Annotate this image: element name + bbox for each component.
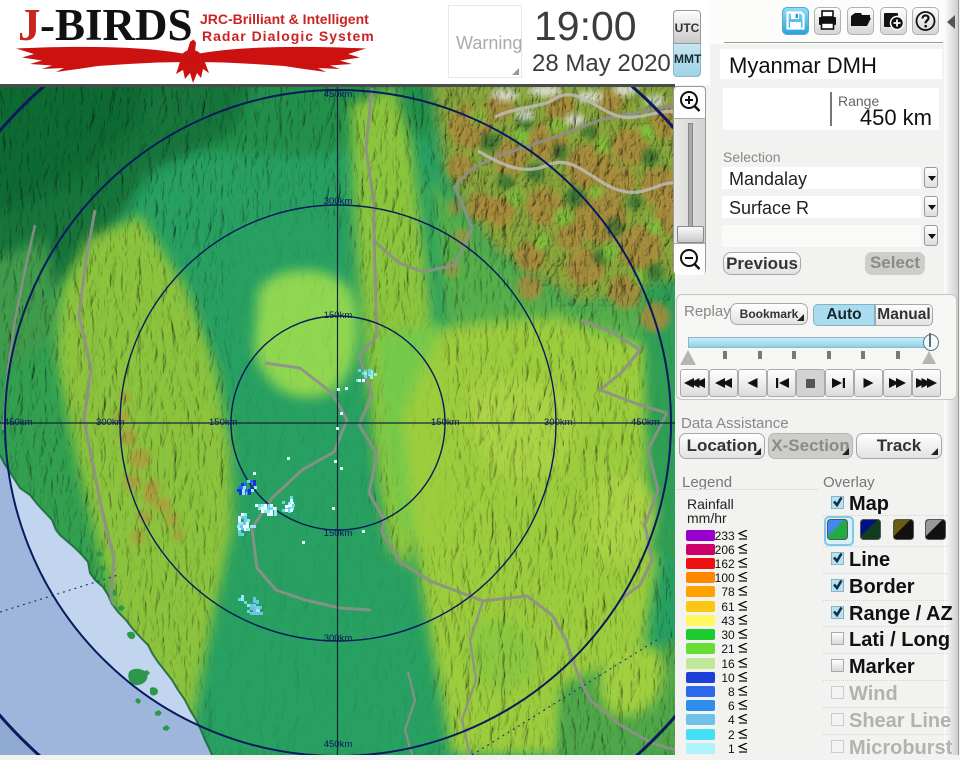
svg-text:450km: 450km (324, 89, 353, 100)
svg-text:150km: 150km (324, 528, 353, 539)
svg-text:450km: 450km (4, 417, 33, 428)
svg-text:300km: 300km (96, 417, 125, 428)
svg-text:150km: 150km (209, 417, 238, 428)
svg-text:JRC-Brilliant & Intelligent: JRC-Brilliant & Intelligent (200, 11, 369, 27)
svg-text:J: J (18, 2, 41, 50)
svg-text:Radar Dialogic System: Radar Dialogic System (202, 28, 375, 44)
svg-text:300km: 300km (544, 417, 573, 428)
svg-text:150km: 150km (431, 417, 460, 428)
svg-text:-BIRDS: -BIRDS (40, 2, 193, 50)
svg-text:450km: 450km (324, 739, 353, 750)
svg-text:450km: 450km (631, 417, 660, 428)
svg-text:300km: 300km (324, 196, 353, 207)
svg-text:300km: 300km (324, 633, 353, 644)
svg-text:150km: 150km (324, 310, 353, 321)
